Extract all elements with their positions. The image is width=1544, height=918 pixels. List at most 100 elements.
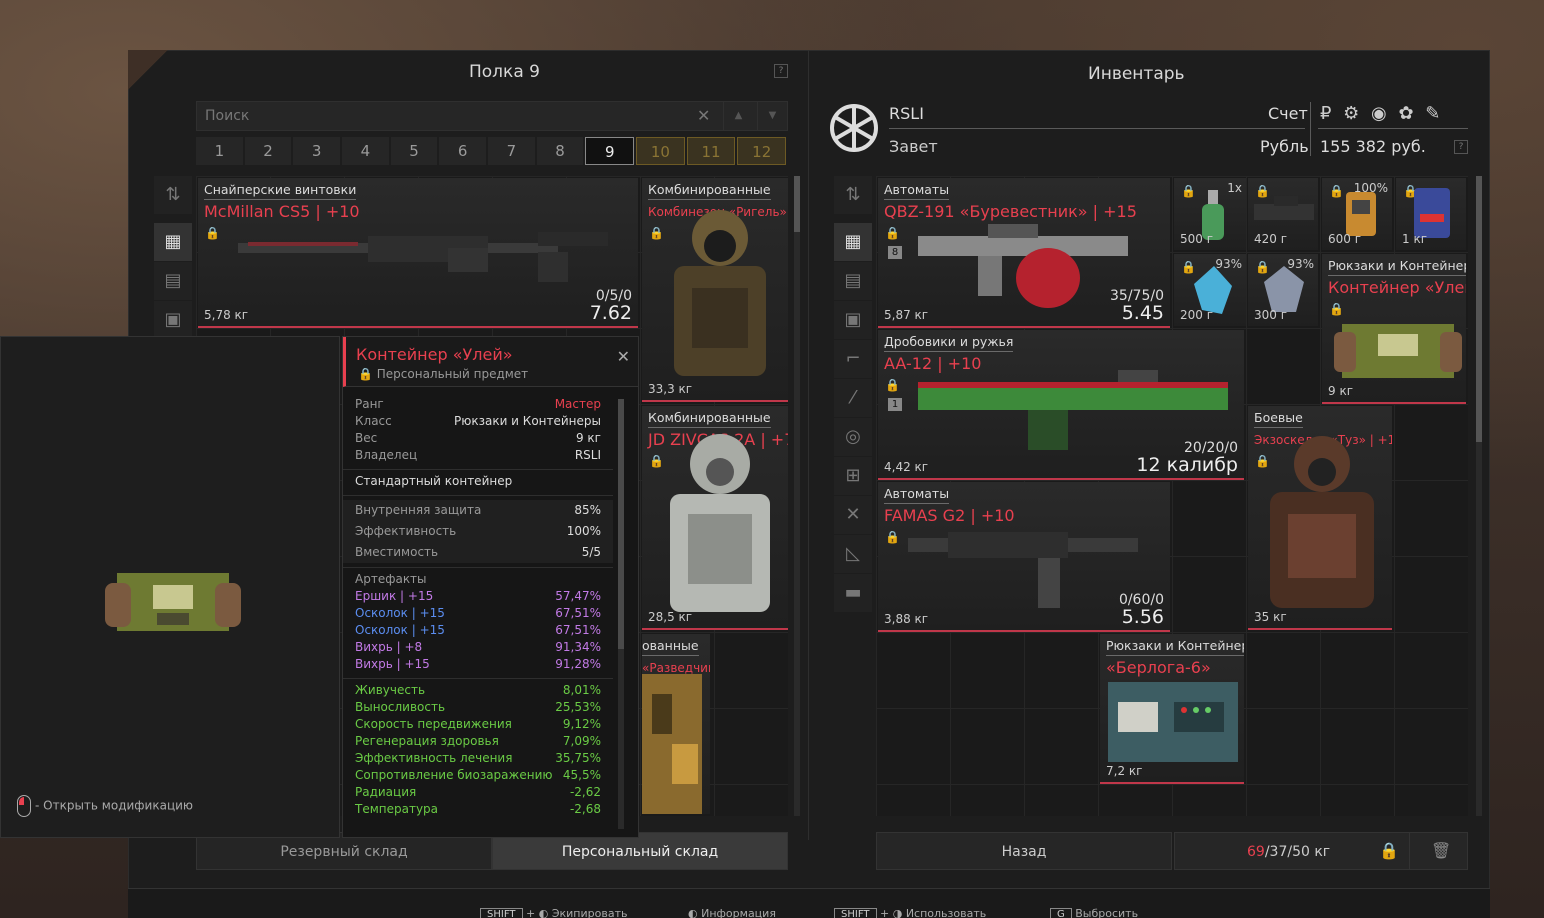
row-value: Мастер: [554, 397, 601, 411]
exoskeleton-image: [1270, 436, 1374, 608]
armor-filter-icon[interactable]: ▤: [834, 262, 872, 300]
armor-filter-icon[interactable]: ▤: [154, 262, 192, 300]
grid-view-icon[interactable]: ▦: [154, 223, 192, 261]
item-card-rigel[interactable]: Комбинированные Комбинезон «Ригель» |...…: [642, 178, 788, 402]
row-value: 100%: [566, 524, 601, 538]
ammo-filter-icon[interactable]: ⁄: [834, 379, 872, 417]
shelf-tab-7[interactable]: 7: [488, 137, 535, 165]
row-label: Радиация: [355, 785, 417, 799]
item-weight: 600 г: [1328, 232, 1362, 246]
shelf-tab-2[interactable]: 2: [244, 137, 292, 165]
item-category: Снайперские винтовки: [204, 182, 357, 200]
row-label: Вес: [355, 431, 378, 445]
profile-divider: [889, 128, 1305, 129]
close-icon[interactable]: ✕: [617, 347, 630, 366]
item-card-small[interactable]: 🔒 420 г: [1248, 178, 1318, 250]
shelf-tab-12[interactable]: 12: [737, 137, 787, 165]
sort-icon[interactable]: ⇅: [834, 176, 872, 214]
item-card-uley[interactable]: Рюкзаки и Контейнеры Контейнер «Улей» 🔒 …: [1322, 254, 1466, 404]
item-card-small[interactable]: 🔒 100% 600 г: [1322, 178, 1392, 250]
tooltip-row: Осколок | +15 67,51%: [343, 623, 613, 640]
tooltip-row: Владелец RSLI: [343, 448, 613, 465]
search-next-button[interactable]: ▼: [757, 102, 787, 130]
item-card-small[interactable]: 🔒 93% 200 г: [1174, 254, 1246, 326]
item-weight: 7,2 кг: [1106, 764, 1143, 778]
row-label: Внутренняя защита: [355, 503, 482, 517]
inventory-scroll-thumb[interactable]: [1476, 176, 1482, 442]
item-weight: 3,88 кг: [884, 612, 929, 626]
sort-icon[interactable]: ⇅: [154, 176, 192, 214]
row-label: Выносливость: [355, 700, 446, 714]
help-icon[interactable]: ?: [1454, 140, 1468, 154]
misc-filter-icon[interactable]: ◺: [834, 535, 872, 573]
shelf-scroll-thumb[interactable]: [794, 176, 800, 232]
tooltip-scroll-thumb[interactable]: [618, 399, 624, 649]
item-card-famas[interactable]: Автоматы FAMAS G2 | +10 🔒 0/60/0 5.56 3,…: [878, 482, 1170, 632]
shelf-tab-11[interactable]: 11: [686, 137, 736, 165]
hint-bar: SHIFT + ◐ Экипировать ◐ Информация SHIFT…: [128, 888, 1490, 918]
currency-label: Рубль: [1260, 137, 1309, 156]
shelf-title: Полка 9: [469, 62, 540, 82]
item-caliber: 5.56: [1121, 606, 1164, 628]
shelf-tab-3[interactable]: 3: [293, 137, 341, 165]
row-label: Владелец: [355, 448, 418, 462]
trash-icon[interactable]: 🗑: [1431, 841, 1451, 860]
container-filter-icon[interactable]: ▣: [154, 301, 192, 339]
row-value: -2,62: [569, 785, 601, 799]
item-card-zivcas[interactable]: Комбинированные JD ZIVCAS 2A | +7 🔒 28,5…: [642, 406, 788, 630]
shelf-tab-8[interactable]: 8: [536, 137, 584, 165]
lock-icon: 🔒: [885, 226, 900, 240]
item-card-qbz[interactable]: Автоматы QBZ-191 «Буревестник» | +15 🔒 8…: [878, 178, 1170, 328]
row-value: 35,75%: [555, 751, 601, 765]
back-button[interactable]: Назад: [876, 832, 1172, 870]
shelf-tab-5[interactable]: 5: [390, 137, 438, 165]
upgrade-badge: 8: [888, 246, 902, 259]
item-card-tuz[interactable]: Боевые Экзоскелет «Туз» | +15 🔒 35 кг: [1248, 406, 1392, 630]
item-weight: 9 кг: [1328, 384, 1354, 398]
tooltip-divider: [343, 678, 613, 679]
sniper-rifle-image: [238, 232, 608, 282]
item-card-small[interactable]: 🔒 1x 500 г: [1174, 178, 1246, 250]
medkit-filter-icon[interactable]: ⊞: [834, 457, 872, 495]
grid-view-icon[interactable]: ▦: [834, 223, 872, 261]
clear-search-icon[interactable]: ✕: [697, 106, 710, 125]
archive-filter-icon[interactable]: ▬: [834, 574, 872, 612]
item-card-aa12[interactable]: Дробовики и ружья AA-12 | +10 🔒 1 20/20/…: [878, 330, 1244, 480]
weapon-filter-icon[interactable]: ⌐: [834, 340, 872, 378]
suit-image: [642, 674, 702, 814]
assault-rifle-image: [908, 532, 1138, 608]
item-card-small[interactable]: 🔒 1 кг: [1396, 178, 1466, 250]
upgrade-badge: 1: [888, 398, 902, 411]
item-card-mcmillan[interactable]: Снайперские винтовки McMillan CS5 | +10 …: [198, 178, 638, 328]
shelf-tab-9[interactable]: 9: [585, 137, 635, 165]
row-label: Регенерация здоровья: [355, 734, 499, 748]
shelf-tab-10[interactable]: 10: [636, 137, 685, 165]
item-card-scout[interactable]: ованные «Разведчик...: [642, 634, 710, 814]
shelf-tab-1[interactable]: 1: [196, 137, 243, 165]
item-preview-panel: - Открыть модификацию: [0, 336, 340, 838]
container-filter-icon[interactable]: ▣: [834, 301, 872, 339]
artifact-filter-icon[interactable]: ◎: [834, 418, 872, 456]
item-caliber: 5.45: [1121, 302, 1164, 324]
shelf-tab-6[interactable]: 6: [439, 137, 487, 165]
search-prev-button[interactable]: ▲: [723, 102, 753, 130]
tools-filter-icon[interactable]: ✕: [834, 496, 872, 534]
currency-icons[interactable]: ₽ ⚙ ◉ ✿ ✎: [1320, 103, 1443, 124]
search-input[interactable]: [197, 102, 721, 130]
item-card-small[interactable]: 🔒 93% 300 г: [1248, 254, 1318, 326]
row-label: Живучесть: [355, 683, 426, 697]
hint-use: SHIFT + ◑ Использовать: [834, 907, 986, 918]
hint-drop: G Выбросить: [1050, 907, 1138, 918]
container-preview-image: [105, 573, 241, 631]
row-value: 9,12%: [562, 717, 601, 731]
item-weight: 420 г: [1254, 232, 1288, 246]
lock-icon[interactable]: 🔒: [1379, 841, 1399, 860]
container-image: [1334, 324, 1462, 378]
help-icon[interactable]: ?: [774, 64, 788, 78]
tooltip-row: Сопротивление биозаражению 45,5%: [343, 768, 613, 785]
row-label: Вихрь | +8: [355, 640, 423, 654]
shelf-tab-4[interactable]: 4: [342, 137, 389, 165]
shelf-scrollbar[interactable]: [794, 176, 800, 816]
item-weight: 200 г: [1180, 308, 1214, 322]
item-card-berloga[interactable]: Рюкзаки и Контейнеры «Берлога-6» 🔒 7,2 к…: [1100, 634, 1244, 784]
